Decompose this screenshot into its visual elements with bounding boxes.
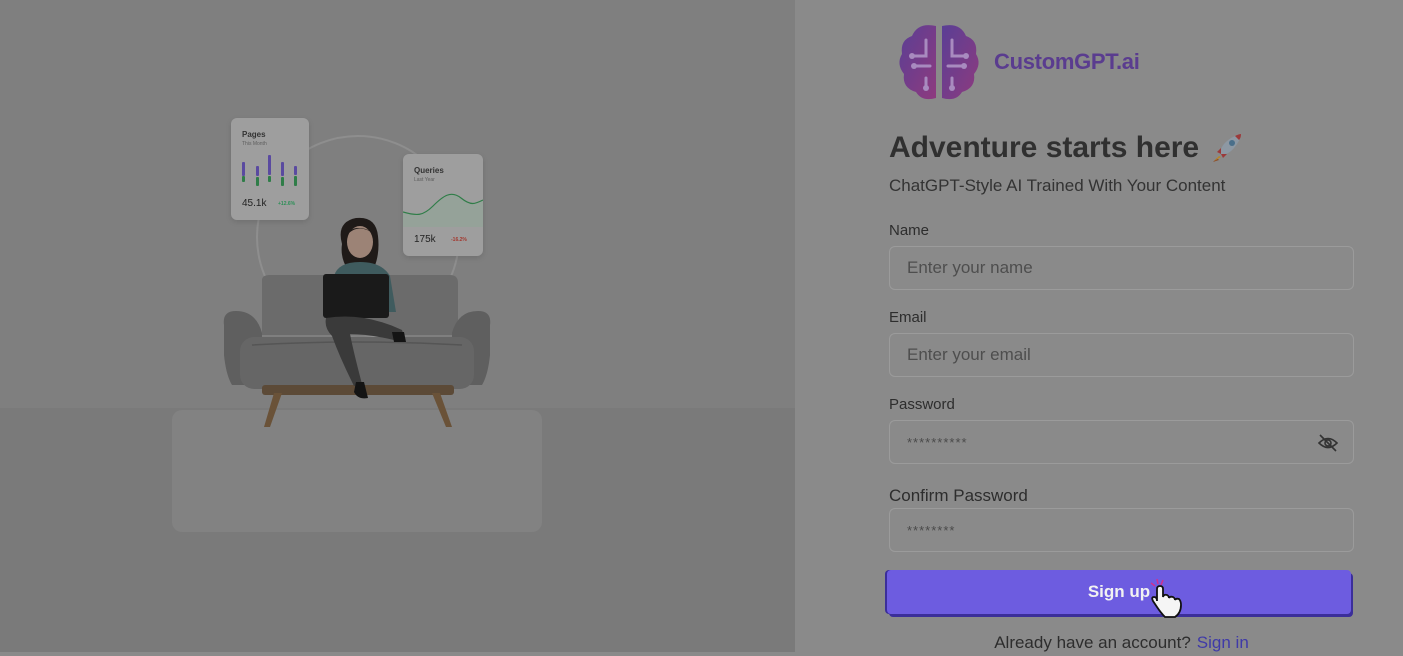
hand-cursor-icon	[1150, 578, 1182, 618]
page-title: Adventure starts here	[889, 130, 1245, 166]
signin-prompt-text: Already have an account?	[994, 633, 1191, 652]
rocket-icon	[1213, 134, 1242, 162]
bar	[294, 166, 297, 175]
pages-bar-chart	[241, 153, 301, 189]
signin-prompt: Already have an account? Sign in	[889, 633, 1354, 653]
confirm-password-input[interactable]: ********	[889, 508, 1354, 552]
eye-off-icon[interactable]	[1317, 433, 1339, 453]
signup-button[interactable]: Sign up	[887, 570, 1351, 614]
pages-card-title: Pages	[242, 130, 266, 139]
brand-name: CustomGPT.ai	[994, 49, 1140, 74]
bar	[256, 177, 259, 186]
queries-card-value: 175k	[414, 234, 436, 245]
bar	[242, 162, 245, 176]
page-subtitle: ChatGPT-Style AI Trained With Your Conte…	[889, 176, 1226, 195]
person-illustration	[323, 217, 406, 399]
password-value: **********	[907, 434, 968, 450]
name-label: Name	[889, 222, 930, 239]
password-input[interactable]: **********	[889, 420, 1354, 464]
queries-line-chart	[403, 193, 483, 227]
confirm-password-value: ********	[907, 522, 956, 538]
bar	[281, 162, 284, 176]
email-label: Email	[889, 309, 927, 326]
email-input[interactable]: Enter your email	[889, 333, 1354, 377]
queries-card-title: Queries	[414, 166, 444, 175]
signin-link[interactable]: Sign in	[1197, 633, 1249, 652]
bar	[294, 176, 297, 186]
brand-logo[interactable]: CustomGPT.ai	[896, 22, 1140, 102]
password-label: Password	[889, 396, 955, 413]
name-input[interactable]: Enter your name	[889, 246, 1354, 290]
bar	[256, 166, 259, 176]
queries-stat-card: Queries Last Year 175k -16.2%	[403, 154, 483, 256]
signup-panel: CustomGPT.ai Adventure starts here ChatG…	[887, 0, 1354, 656]
bar	[268, 176, 271, 182]
brain-logo-icon	[899, 25, 979, 100]
illustration-panel: Pages This Month 45.1k +12.6% Queries La…	[0, 0, 795, 652]
confirm-password-label: Confirm Password	[889, 486, 1028, 505]
bar	[281, 177, 284, 186]
pages-card-delta: +12.6%	[278, 201, 296, 207]
bar	[242, 176, 245, 182]
pages-card-subtitle: This Month	[242, 141, 267, 147]
email-placeholder: Enter your email	[907, 345, 1031, 364]
name-placeholder: Enter your name	[907, 258, 1033, 277]
queries-card-delta: -16.2%	[451, 237, 467, 243]
pages-stat-card: Pages This Month 45.1k +12.6%	[231, 118, 309, 220]
pages-card-value: 45.1k	[242, 198, 267, 209]
bar	[268, 155, 271, 175]
signup-button-label: Sign up	[1087, 582, 1151, 601]
page-title-text: Adventure starts here	[889, 131, 1200, 164]
